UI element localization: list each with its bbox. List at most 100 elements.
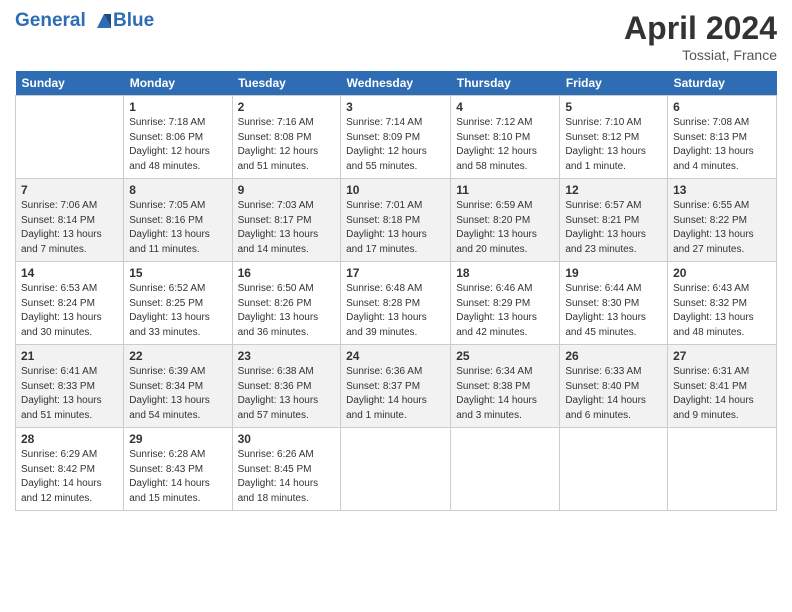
day-number: 8 [129, 183, 226, 197]
day-number: 9 [238, 183, 336, 197]
day-info: Sunrise: 6:53 AMSunset: 8:24 PMDaylight:… [21, 282, 118, 340]
col-header-tuesday: Tuesday [232, 71, 341, 96]
day-cell: 15 Sunrise: 6:52 AMSunset: 8:25 PMDayligh… [124, 262, 232, 345]
day-cell: 22 Sunrise: 6:39 AMSunset: 8:34 PMDayligh… [124, 345, 232, 428]
day-cell [451, 428, 560, 511]
day-info: Sunrise: 7:05 AMSunset: 8:16 PMDaylight:… [129, 199, 226, 257]
day-number: 15 [129, 266, 226, 280]
logo-general: General [15, 10, 86, 31]
page-container: General Blue April 2024 Tossiat, France … [0, 0, 792, 521]
day-info: Sunrise: 6:46 AMSunset: 8:29 PMDaylight:… [456, 282, 554, 340]
day-number: 28 [21, 432, 118, 446]
day-cell: 8 Sunrise: 7:05 AMSunset: 8:16 PMDaylight… [124, 179, 232, 262]
day-info: Sunrise: 6:44 AMSunset: 8:30 PMDaylight:… [565, 282, 662, 340]
day-cell [560, 428, 668, 511]
day-info: Sunrise: 7:14 AMSunset: 8:09 PMDaylight:… [346, 116, 445, 174]
day-cell [16, 96, 124, 179]
logo-text: General [15, 10, 115, 32]
day-cell: 21 Sunrise: 6:41 AMSunset: 8:33 PMDayligh… [16, 345, 124, 428]
day-cell: 2 Sunrise: 7:16 AMSunset: 8:08 PMDaylight… [232, 96, 341, 179]
day-cell: 28Sunrise: 6:29 AMSunset: 8:42 PMDayligh… [16, 428, 124, 511]
day-number: 19 [565, 266, 662, 280]
day-number: 13 [673, 183, 771, 197]
day-cell: 13 Sunrise: 6:55 AMSunset: 8:22 PMDayligh… [668, 179, 777, 262]
day-number: 7 [21, 183, 118, 197]
week-row-4: 28Sunrise: 6:29 AMSunset: 8:42 PMDayligh… [16, 428, 777, 511]
col-header-monday: Monday [124, 71, 232, 96]
day-number: 16 [238, 266, 336, 280]
day-info: Sunrise: 6:48 AMSunset: 8:28 PMDaylight:… [346, 282, 445, 340]
day-info: Sunrise: 6:31 AMSunset: 8:41 PMDaylight:… [673, 365, 771, 423]
logo-icon [93, 10, 115, 32]
day-number: 29 [129, 432, 226, 446]
col-header-saturday: Saturday [668, 71, 777, 96]
week-row-2: 14 Sunrise: 6:53 AMSunset: 8:24 PMDayligh… [16, 262, 777, 345]
day-number: 4 [456, 100, 554, 114]
day-cell: 30Sunrise: 6:26 AMSunset: 8:45 PMDayligh… [232, 428, 341, 511]
day-info: Sunrise: 6:39 AMSunset: 8:34 PMDaylight:… [129, 365, 226, 423]
title-block: April 2024 Tossiat, France [624, 10, 777, 63]
day-number: 24 [346, 349, 445, 363]
day-info: Sunrise: 7:10 AMSunset: 8:12 PMDaylight:… [565, 116, 662, 174]
day-number: 11 [456, 183, 554, 197]
week-row-0: 1 Sunrise: 7:18 AMSunset: 8:06 PMDaylight… [16, 96, 777, 179]
day-cell [341, 428, 451, 511]
month-year: April 2024 [624, 10, 777, 47]
day-number: 27 [673, 349, 771, 363]
day-cell: 1 Sunrise: 7:18 AMSunset: 8:06 PMDaylight… [124, 96, 232, 179]
day-cell: 25Sunrise: 6:34 AMSunset: 8:38 PMDayligh… [451, 345, 560, 428]
day-cell: 26Sunrise: 6:33 AMSunset: 8:40 PMDayligh… [560, 345, 668, 428]
day-number: 6 [673, 100, 771, 114]
day-info: Sunrise: 6:38 AMSunset: 8:36 PMDaylight:… [238, 365, 336, 423]
day-number: 2 [238, 100, 336, 114]
week-row-3: 21 Sunrise: 6:41 AMSunset: 8:33 PMDayligh… [16, 345, 777, 428]
day-info: Sunrise: 7:03 AMSunset: 8:17 PMDaylight:… [238, 199, 336, 257]
day-cell: 3 Sunrise: 7:14 AMSunset: 8:09 PMDaylight… [341, 96, 451, 179]
calendar-table: SundayMondayTuesdayWednesdayThursdayFrid… [15, 71, 777, 511]
day-info: Sunrise: 6:59 AMSunset: 8:20 PMDaylight:… [456, 199, 554, 257]
day-cell: 20 Sunrise: 6:43 AMSunset: 8:32 PMDayligh… [668, 262, 777, 345]
day-number: 23 [238, 349, 336, 363]
day-number: 22 [129, 349, 226, 363]
header: General Blue April 2024 Tossiat, France [15, 10, 777, 63]
day-number: 18 [456, 266, 554, 280]
col-header-friday: Friday [560, 71, 668, 96]
day-cell: 29Sunrise: 6:28 AMSunset: 8:43 PMDayligh… [124, 428, 232, 511]
day-number: 12 [565, 183, 662, 197]
day-info: Sunrise: 6:41 AMSunset: 8:33 PMDaylight:… [21, 365, 118, 423]
day-info: Sunrise: 7:16 AMSunset: 8:08 PMDaylight:… [238, 116, 336, 174]
day-info: Sunrise: 6:34 AMSunset: 8:38 PMDaylight:… [456, 365, 554, 423]
day-info: Sunrise: 6:36 AMSunset: 8:37 PMDaylight:… [346, 365, 445, 423]
day-info: Sunrise: 6:52 AMSunset: 8:25 PMDaylight:… [129, 282, 226, 340]
location: Tossiat, France [624, 47, 777, 63]
day-cell: 7 Sunrise: 7:06 AMSunset: 8:14 PMDaylight… [16, 179, 124, 262]
day-cell: 9 Sunrise: 7:03 AMSunset: 8:17 PMDaylight… [232, 179, 341, 262]
day-number: 17 [346, 266, 445, 280]
day-info: Sunrise: 7:06 AMSunset: 8:14 PMDaylight:… [21, 199, 118, 257]
day-info: Sunrise: 7:12 AMSunset: 8:10 PMDaylight:… [456, 116, 554, 174]
day-cell: 18 Sunrise: 6:46 AMSunset: 8:29 PMDayligh… [451, 262, 560, 345]
day-cell: 24 Sunrise: 6:36 AMSunset: 8:37 PMDayligh… [341, 345, 451, 428]
col-header-thursday: Thursday [451, 71, 560, 96]
day-number: 21 [21, 349, 118, 363]
day-cell [668, 428, 777, 511]
col-header-wednesday: Wednesday [341, 71, 451, 96]
day-info: Sunrise: 7:18 AMSunset: 8:06 PMDaylight:… [129, 116, 226, 174]
day-info: Sunrise: 6:55 AMSunset: 8:22 PMDaylight:… [673, 199, 771, 257]
day-cell: 17 Sunrise: 6:48 AMSunset: 8:28 PMDayligh… [341, 262, 451, 345]
logo: General Blue [15, 10, 154, 32]
day-cell: 16Sunrise: 6:50 AMSunset: 8:26 PMDayligh… [232, 262, 341, 345]
day-cell: 4 Sunrise: 7:12 AMSunset: 8:10 PMDaylight… [451, 96, 560, 179]
calendar-header-row: SundayMondayTuesdayWednesdayThursdayFrid… [16, 71, 777, 96]
day-cell: 6 Sunrise: 7:08 AMSunset: 8:13 PMDaylight… [668, 96, 777, 179]
day-info: Sunrise: 6:57 AMSunset: 8:21 PMDaylight:… [565, 199, 662, 257]
day-number: 1 [129, 100, 226, 114]
day-cell: 5Sunrise: 7:10 AMSunset: 8:12 PMDaylight… [560, 96, 668, 179]
day-number: 20 [673, 266, 771, 280]
day-info: Sunrise: 6:43 AMSunset: 8:32 PMDaylight:… [673, 282, 771, 340]
day-info: Sunrise: 7:08 AMSunset: 8:13 PMDaylight:… [673, 116, 771, 174]
day-cell: 14 Sunrise: 6:53 AMSunset: 8:24 PMDayligh… [16, 262, 124, 345]
day-number: 14 [21, 266, 118, 280]
day-number: 3 [346, 100, 445, 114]
logo-blue: Blue [113, 10, 154, 32]
